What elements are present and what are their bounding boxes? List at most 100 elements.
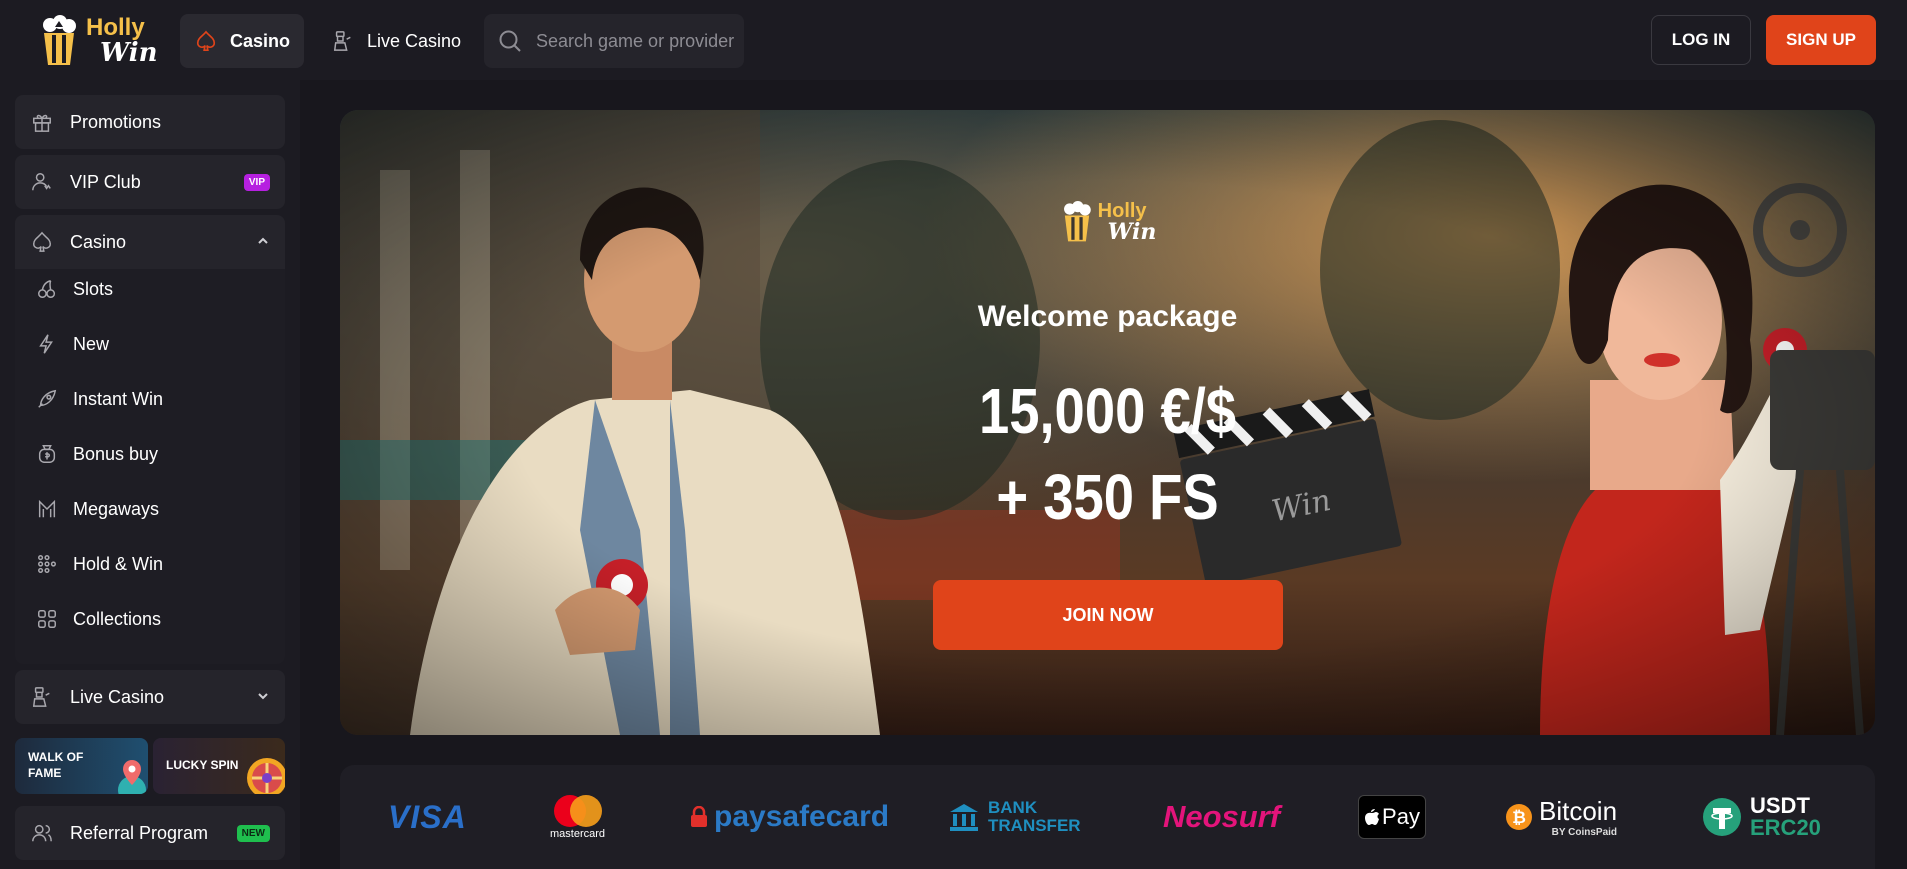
spade-icon bbox=[30, 230, 54, 254]
holly-win-logo[interactable]: Holly Win bbox=[38, 12, 158, 70]
sidebar-item-live-casino[interactable]: Live Casino bbox=[15, 670, 285, 724]
hero-amount-line1: 15,000 €/$ bbox=[978, 375, 1237, 447]
dots-grid-icon bbox=[35, 552, 59, 576]
lucky-spin-tile[interactable]: LUCKY SPIN bbox=[153, 738, 285, 794]
submenu-item-megaways[interactable]: Megaways bbox=[35, 489, 159, 529]
tab-casino-label: Casino bbox=[230, 30, 291, 51]
join-now-button[interactable]: JOIN NOW bbox=[933, 580, 1283, 650]
hero-logo-line1: Holly bbox=[1097, 200, 1147, 222]
payment-sublabel: ERC20 bbox=[1750, 815, 1821, 840]
svg-text:₿: ₿ bbox=[1512, 808, 1526, 827]
submenu-label: Instant Win bbox=[73, 388, 164, 409]
submenu-item-hold-win[interactable]: Hold & Win bbox=[35, 544, 163, 584]
new-badge: NEW bbox=[236, 824, 270, 842]
bank-transfer-logo: BANK TRANSFER bbox=[948, 765, 1081, 869]
payment-methods-strip: VISA mastercard paysafecard BANK TRANSFE… bbox=[340, 765, 1875, 869]
chevron-down-icon[interactable] bbox=[256, 689, 270, 706]
chevron-up-icon[interactable] bbox=[256, 234, 270, 251]
login-button[interactable]: LOG IN bbox=[1651, 15, 1751, 65]
paysafecard-logo: paysafecard bbox=[690, 765, 889, 869]
top-bar: Holly Win Casino Live Casino LOG IN SIGN… bbox=[0, 0, 1907, 80]
rocket-icon bbox=[35, 387, 59, 411]
search-input[interactable] bbox=[536, 30, 736, 52]
signup-button[interactable]: SIGN UP bbox=[1766, 15, 1876, 65]
tab-live-casino-label: Live Casino bbox=[367, 30, 462, 51]
lucky-spin-label: LUCKY SPIN bbox=[166, 758, 239, 773]
payment-label: mastercard bbox=[550, 828, 606, 840]
sidebar-item-label: Live Casino bbox=[70, 686, 165, 707]
map-pin-icon bbox=[118, 760, 146, 794]
hero-logo-line2: Win bbox=[1107, 219, 1157, 245]
submenu-item-instant-win[interactable]: Instant Win bbox=[35, 379, 163, 419]
tether-icon bbox=[1703, 798, 1741, 836]
megaways-icon bbox=[35, 497, 59, 521]
bitcoin-icon: ₿ bbox=[1506, 804, 1532, 830]
submenu-label: Megaways bbox=[73, 498, 160, 519]
sidebar-item-label: VIP Club bbox=[70, 171, 141, 192]
users-icon bbox=[30, 821, 54, 845]
payment-label: VISA bbox=[388, 798, 467, 835]
payment-label: USDT bbox=[1750, 793, 1810, 818]
wheel-icon bbox=[247, 758, 285, 794]
sidebar-item-label: Referral Program bbox=[70, 822, 209, 843]
sidebar-item-label: Promotions bbox=[70, 111, 162, 132]
cherries-icon bbox=[35, 277, 59, 301]
hero-logo: Holly Win bbox=[1053, 192, 1163, 252]
submenu-item-new[interactable]: New bbox=[35, 324, 109, 364]
submenu-label: Collections bbox=[73, 608, 162, 629]
submenu-item-slots[interactable]: Slots bbox=[35, 269, 113, 309]
popcorn-logo-icon bbox=[43, 15, 76, 65]
gift-icon bbox=[30, 110, 54, 134]
payment-label: Neosurf bbox=[1163, 799, 1281, 834]
hero-banner: Win Holly Win Welcome package 15,000 €/$… bbox=[340, 110, 1875, 735]
logo-line1: Holly bbox=[86, 14, 145, 41]
hero-amount-line2: + 350 FS bbox=[996, 461, 1219, 533]
tab-casino[interactable]: Casino bbox=[180, 14, 305, 68]
mastercard-icon bbox=[553, 795, 602, 827]
visa-logo: VISA bbox=[388, 765, 467, 869]
dealer-icon bbox=[331, 29, 355, 53]
logo-line2: Win bbox=[100, 38, 158, 68]
vip-user-icon bbox=[30, 170, 54, 194]
sidebar-item-referral-program[interactable]: Referral Program NEW bbox=[15, 806, 285, 860]
money-bag-icon bbox=[35, 442, 59, 466]
apple-icon bbox=[1365, 809, 1380, 825]
hero-title: Welcome package bbox=[977, 300, 1238, 333]
submenu-label: New bbox=[73, 333, 110, 354]
search-box[interactable] bbox=[484, 14, 744, 68]
vip-badge: VIP bbox=[243, 173, 270, 191]
payment-sublabel: BY CoinsPaid bbox=[1551, 827, 1618, 838]
submenu-item-bonus-buy[interactable]: Bonus buy bbox=[35, 434, 158, 474]
bank-icon bbox=[950, 804, 978, 831]
submenu-label: Slots bbox=[73, 278, 114, 299]
sidebar-item-promotions[interactable]: Promotions bbox=[15, 95, 285, 149]
casino-submenu: Slots New Instant Win Bonus buy Megaways bbox=[15, 269, 285, 664]
submenu-label: Bonus buy bbox=[73, 443, 159, 464]
sidebar-item-casino[interactable]: Casino bbox=[15, 215, 285, 269]
neosurf-logo: Neosurf bbox=[1163, 765, 1280, 869]
lightning-icon bbox=[35, 332, 59, 356]
submenu-item-collections[interactable]: Collections bbox=[35, 599, 161, 639]
mastercard-logo: mastercard bbox=[550, 765, 605, 869]
bitcoin-logo: ₿ Bitcoin BY CoinsPaid bbox=[1505, 765, 1617, 869]
hero-amount: 15,000 €/$ + 350 FS bbox=[455, 368, 1760, 540]
apple-pay-logo: Pay bbox=[1358, 765, 1426, 869]
submenu-label: Hold & Win bbox=[73, 553, 164, 574]
usdt-logo: USDT ERC20 bbox=[1702, 765, 1821, 869]
payment-label: paysafecard bbox=[714, 800, 890, 833]
sidebar-item-vip-club[interactable]: VIP Club VIP bbox=[15, 155, 285, 209]
sidebar: Promotions VIP Club VIP Casino Slots New bbox=[0, 80, 300, 869]
payment-label: BANK TRANSFER bbox=[988, 798, 1081, 835]
spade-icon bbox=[194, 29, 218, 53]
walk-of-fame-tile[interactable]: WALK OF FAME bbox=[15, 738, 148, 794]
popcorn-logo-icon bbox=[1063, 200, 1091, 242]
sidebar-item-label: Casino bbox=[70, 231, 127, 252]
search-icon bbox=[498, 29, 522, 53]
tab-live-casino[interactable]: Live Casino bbox=[317, 14, 475, 68]
walk-of-fame-label: WALK OF FAME bbox=[28, 750, 84, 780]
payment-label: Pay bbox=[1382, 804, 1420, 829]
grid-icon bbox=[35, 607, 59, 631]
lock-icon bbox=[691, 806, 707, 827]
dealer-icon bbox=[30, 685, 54, 709]
payment-label: Bitcoin bbox=[1539, 796, 1618, 826]
